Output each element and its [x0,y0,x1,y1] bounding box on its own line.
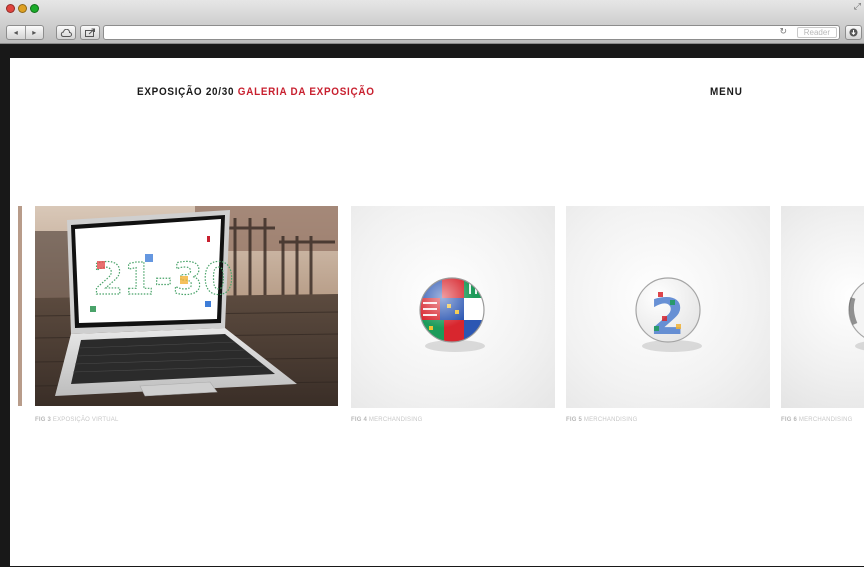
caption-fig-4: FIG 4 MERCHANDISING [351,417,423,423]
caption-fig-3: FIG 3 EXPOSIÇÃO VIRTUAL [35,417,119,423]
minimize-window-button[interactable] [18,4,27,13]
window-controls [6,4,39,13]
share-button[interactable] [80,25,100,40]
menu-button[interactable]: MENU [710,86,743,98]
forward-icon[interactable]: ▸ [24,26,44,39]
previous-image-edge[interactable] [18,206,22,406]
close-window-button[interactable] [6,4,15,13]
site-header-title[interactable]: EXPOSIÇÃO 20/30 GALERIA DA EXPOSIÇÃO [137,86,375,98]
laptop-photo: 21-30 [35,206,338,406]
cloud-icon [60,28,72,37]
browser-toolbar: ⤢ ◂ ▸ ↻ Reader [0,0,864,44]
partial-badge [848,282,864,351]
back-icon[interactable]: ◂ [7,26,25,39]
svg-text:21-30: 21-30 [93,254,234,305]
fullscreen-icon[interactable]: ⤢ [854,2,861,12]
share-icon [84,28,95,37]
gallery-image-merchandising-2[interactable]: 2 [566,206,770,408]
section-title[interactable]: GALERIA DA EXPOSIÇÃO [238,86,375,98]
gallery-image-virtual-exhibition[interactable]: 21-30 [35,206,338,406]
address-bar[interactable]: ↻ Reader [103,25,840,40]
number-badge: 2 [635,277,702,352]
reload-icon[interactable]: ↻ [779,26,787,39]
history-nav: ◂ ▸ [6,25,44,40]
svg-text:2: 2 [650,288,685,346]
downloads-button[interactable] [845,25,862,40]
flag-badge [419,277,485,352]
gallery-image-merchandising-1[interactable] [351,206,555,408]
site-brand[interactable]: EXPOSIÇÃO 20/30 [137,86,234,98]
gallery-image-merchandising-3[interactable] [781,206,864,408]
zoom-window-button[interactable] [30,4,39,13]
reader-button[interactable]: Reader [796,27,837,38]
caption-fig-5: FIG 5 MERCHANDISING [566,417,638,423]
icloud-tabs-button[interactable] [56,25,76,40]
caption-fig-6: FIG 6 MERCHANDISING [781,417,853,423]
web-page: EXPOSIÇÃO 20/30 GALERIA DA EXPOSIÇÃO MENU [10,58,864,566]
download-icon [849,28,858,37]
